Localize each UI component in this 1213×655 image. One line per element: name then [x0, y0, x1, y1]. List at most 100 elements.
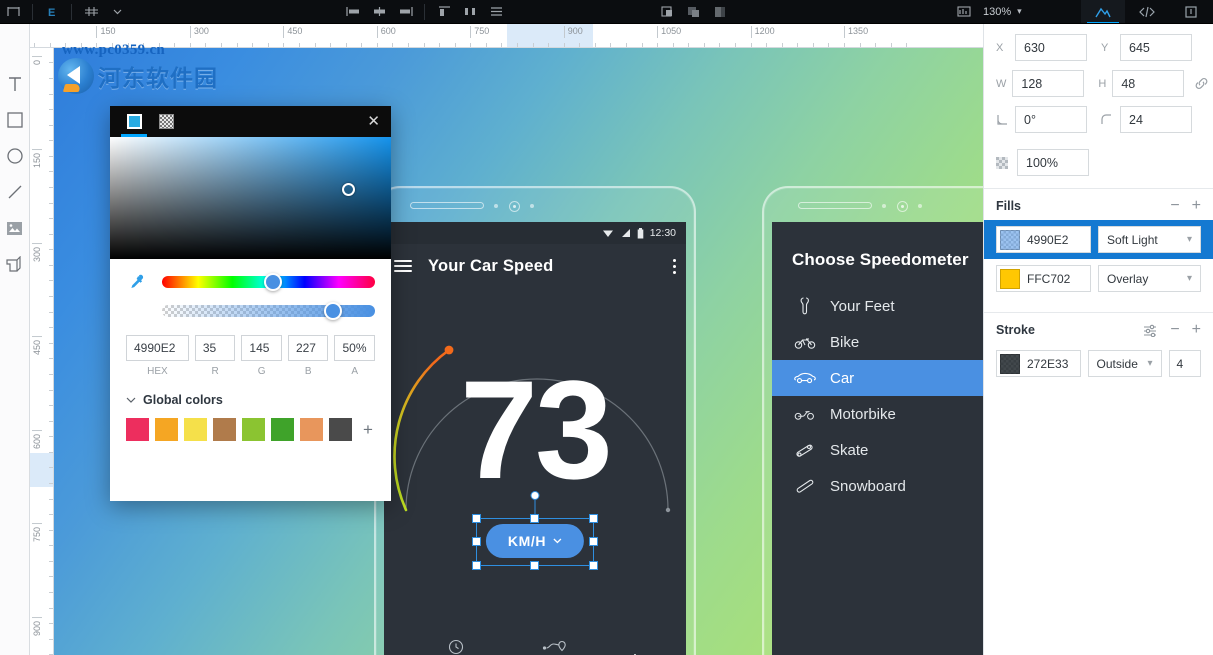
menu-item-skate[interactable]: Skate — [772, 432, 983, 468]
line-tool[interactable] — [1, 174, 29, 210]
artboard-icon[interactable] — [0, 1, 26, 23]
stat-add-value[interactable]: VALUE — [617, 642, 652, 655]
rotation-handle[interactable] — [530, 491, 540, 500]
alpha-slider[interactable] — [162, 302, 375, 320]
design-tab[interactable] — [1081, 0, 1125, 23]
phone-mockup-speedometer[interactable]: 12:30 Your Car Speed 73 KM/H — [374, 186, 696, 655]
overflow-menu-icon[interactable] — [673, 258, 676, 274]
global-color-swatch[interactable] — [271, 418, 294, 441]
resize-handle-se[interactable] — [589, 561, 598, 570]
text-style-icon[interactable]: E — [39, 1, 65, 23]
global-color-swatch[interactable] — [155, 418, 178, 441]
fill-row-2[interactable]: FFC702 Overlay ▾ — [984, 259, 1213, 298]
resize-handle-nw[interactable] — [472, 514, 481, 523]
saturation-value-area[interactable] — [110, 137, 391, 259]
a-input[interactable] — [334, 335, 376, 361]
stroke-width-input[interactable]: 4 — [1168, 350, 1201, 377]
w-input[interactable] — [1012, 70, 1085, 97]
add-fill-button[interactable]: + — [1192, 198, 1201, 214]
remove-fill-button[interactable]: − — [1170, 198, 1179, 214]
unit-selector-button[interactable]: KM/H — [485, 524, 585, 558]
add-swatch-button[interactable]: + — [363, 421, 373, 438]
design-canvas[interactable]: 12:30 Your Car Speed 73 KM/H Choose Spee… — [54, 48, 983, 655]
resize-handle-s[interactable] — [530, 561, 539, 570]
opacity-input[interactable] — [1017, 149, 1089, 176]
close-icon[interactable]: ✕ — [364, 114, 383, 129]
global-color-swatch[interactable] — [300, 418, 323, 441]
code-tab[interactable] — [1125, 0, 1169, 23]
g-input[interactable] — [241, 335, 282, 361]
r-input[interactable] — [194, 335, 236, 361]
resize-handle-n[interactable] — [530, 514, 539, 523]
resize-handle-w[interactable] — [472, 537, 481, 546]
stroke-color-chip[interactable]: 272E33 — [996, 350, 1081, 377]
b-input[interactable] — [287, 335, 329, 361]
rotation-input[interactable] — [1015, 106, 1087, 133]
plus-icon[interactable] — [617, 642, 652, 655]
fill-blend-mode-1[interactable]: Soft Light ▾ — [1098, 226, 1201, 253]
global-color-swatch[interactable] — [329, 418, 352, 441]
fill-row-1[interactable]: 4990E2 Soft Light ▾ — [984, 220, 1213, 259]
image-tool[interactable] — [1, 210, 29, 246]
alpha-slider-knob[interactable] — [323, 302, 342, 320]
y-input[interactable] — [1120, 34, 1192, 61]
stroke-settings-icon[interactable] — [1143, 324, 1158, 337]
ellipse-tool[interactable] — [1, 138, 29, 174]
vertical-ruler[interactable]: 0 150 300 450 600 750 900 — [30, 48, 54, 655]
global-color-swatch[interactable] — [242, 418, 265, 441]
distribute-icon[interactable] — [457, 1, 483, 23]
align-left-icon[interactable] — [340, 1, 366, 23]
chevron-down-icon[interactable] — [104, 1, 130, 23]
global-color-swatch[interactable] — [184, 418, 207, 441]
intersect-icon[interactable] — [707, 1, 733, 23]
union-icon[interactable] — [655, 1, 681, 23]
sv-cursor-handle[interactable] — [342, 183, 355, 196]
subtract-icon[interactable] — [681, 1, 707, 23]
grid-icon[interactable] — [78, 1, 104, 23]
menu-item-motorbike[interactable]: Motorbike — [772, 396, 983, 432]
remove-stroke-button[interactable]: − — [1170, 322, 1179, 338]
global-color-swatch[interactable] — [126, 418, 149, 441]
text-tool[interactable] — [1, 66, 29, 102]
eyedropper-icon[interactable] — [126, 273, 148, 291]
export-tab[interactable] — [1169, 0, 1213, 23]
link-aspect-ratio-icon[interactable] — [1194, 76, 1209, 91]
global-colors-header[interactable]: Global colors — [126, 393, 375, 407]
pattern-fill-tab[interactable] — [150, 106, 182, 137]
align-right-icon[interactable] — [392, 1, 418, 23]
stroke-position-select[interactable]: Outside ▾ — [1087, 350, 1162, 377]
fill-color-chip-2[interactable]: FFC702 — [996, 265, 1091, 292]
rotation-radius-row — [996, 106, 1201, 133]
corner-radius-input[interactable] — [1120, 106, 1192, 133]
x-input[interactable] — [1015, 34, 1087, 61]
zoom-level-control[interactable]: 130% ▾ — [977, 6, 1028, 18]
hue-slider[interactable] — [162, 273, 375, 291]
hamburger-menu-icon[interactable] — [394, 260, 412, 272]
fill-color-chip-1[interactable]: 4990E2 — [996, 226, 1091, 253]
add-stroke-button[interactable]: + — [1192, 322, 1201, 338]
align-center-h-icon[interactable] — [366, 1, 392, 23]
h-input[interactable] — [1112, 70, 1185, 97]
resize-handle-e[interactable] — [589, 537, 598, 546]
stroke-row[interactable]: 272E33 Outside ▾ 4 — [984, 344, 1213, 383]
hex-input[interactable] — [126, 335, 189, 361]
menu-item-your-feet[interactable]: Your Feet — [772, 288, 983, 324]
artboard-tool[interactable] — [1, 246, 29, 282]
menu-item-snowboard[interactable]: Snowboard — [772, 468, 983, 504]
hue-slider-knob[interactable] — [264, 273, 283, 291]
horizontal-ruler[interactable]: 150 300 450 600 750 900 1050 1200 1350 — [30, 24, 983, 48]
menu-item-bike[interactable]: Bike — [772, 324, 983, 360]
align-top-icon[interactable] — [431, 1, 457, 23]
phone-mockup-menu[interactable]: Choose Speedometer Your Feet Bike Car Mo… — [762, 186, 983, 655]
menu-item-car[interactable]: Car — [772, 360, 983, 396]
resize-handle-sw[interactable] — [472, 561, 481, 570]
view-mode-icon[interactable] — [951, 1, 977, 23]
rectangle-tool[interactable] — [1, 102, 29, 138]
fill-blend-mode-2[interactable]: Overlay ▾ — [1098, 265, 1201, 292]
list-icon[interactable] — [483, 1, 509, 23]
resize-handle-ne[interactable] — [589, 514, 598, 523]
phone-speaker-icon — [410, 202, 484, 209]
color-picker-popover[interactable]: ✕ 4990E2 HEX 35 R 145 G 227 B 50% A Glob… — [110, 106, 391, 501]
global-color-swatch[interactable] — [213, 418, 236, 441]
solid-fill-tab[interactable] — [118, 106, 150, 137]
